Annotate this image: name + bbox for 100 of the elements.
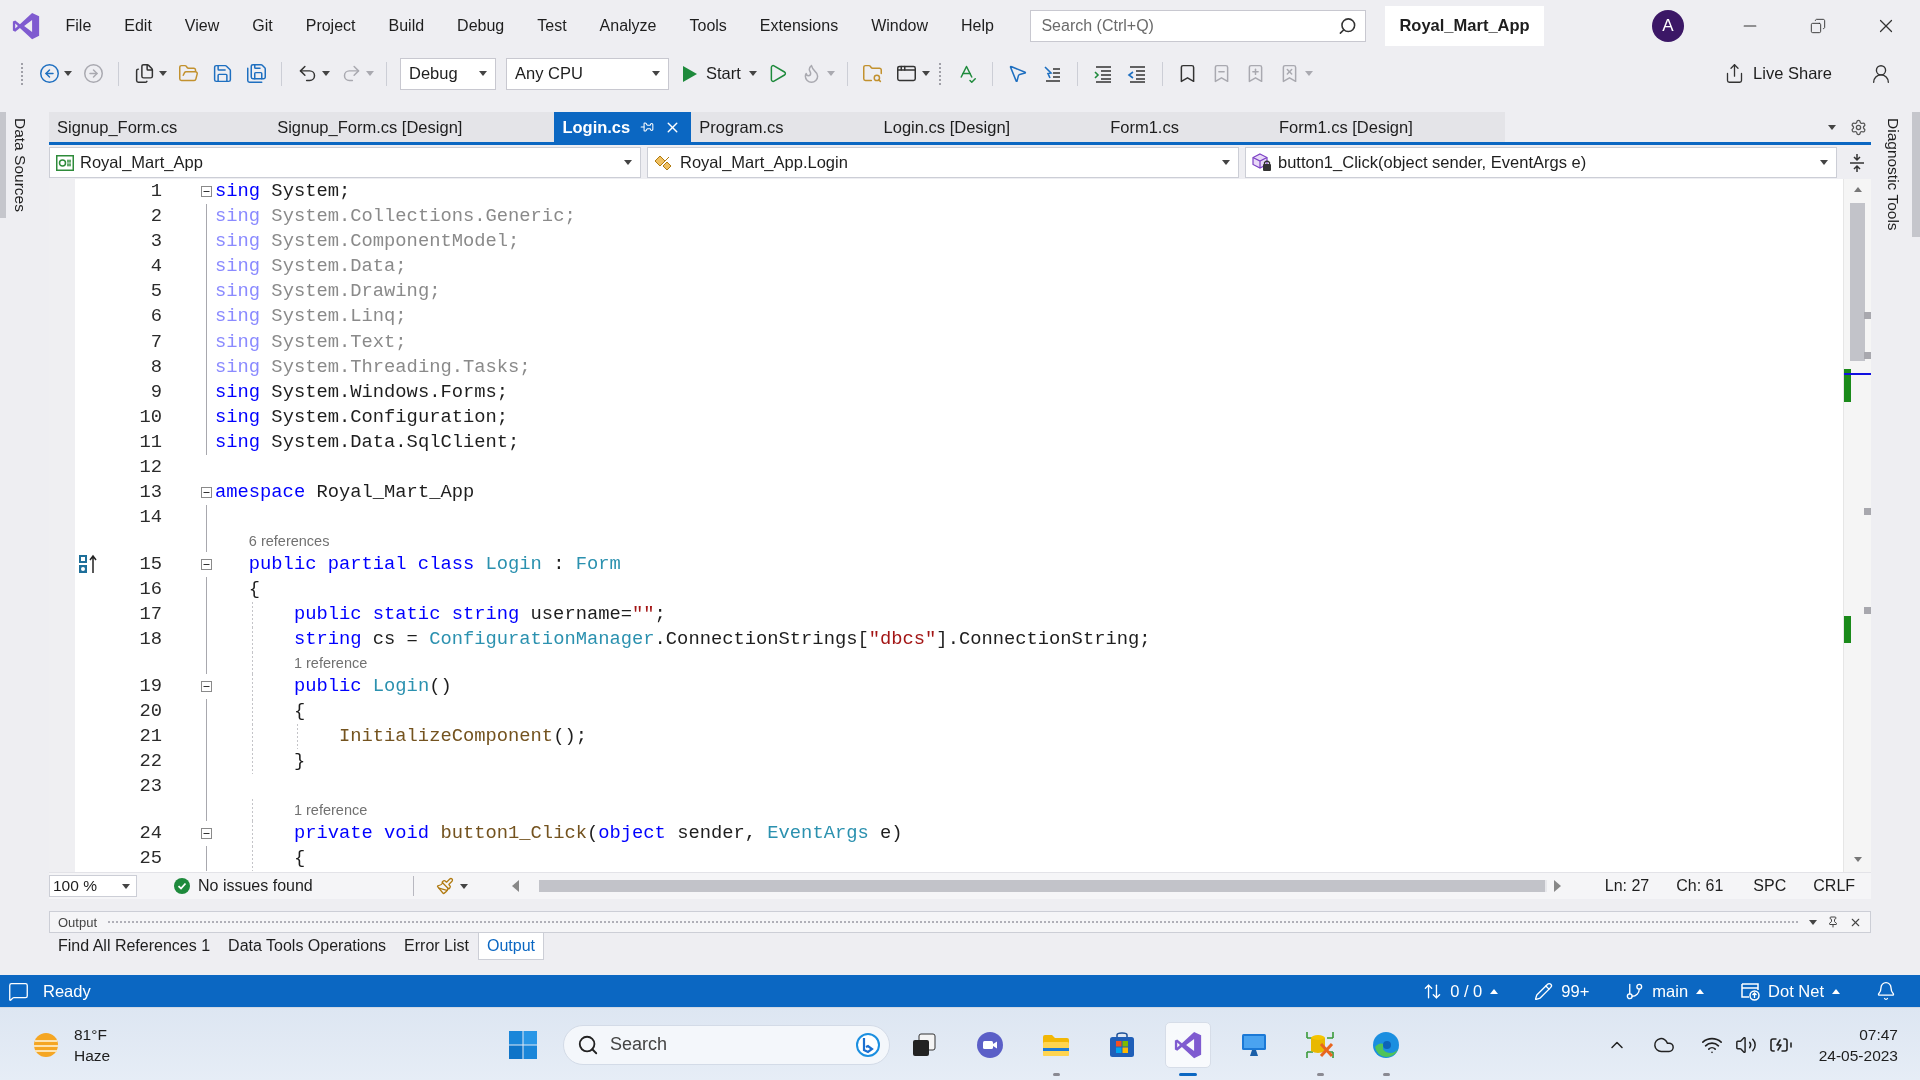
- caret-icon[interactable]: [652, 71, 660, 76]
- caret-icon[interactable]: [64, 71, 72, 76]
- indent-icon[interactable]: [1092, 63, 1113, 84]
- document-tab[interactable]: Login.cs: [554, 112, 692, 142]
- collapse-icon[interactable]: [200, 558, 212, 570]
- code-lens-link[interactable]: 1 reference: [293, 653, 368, 672]
- line-ending-indicator[interactable]: CRLF: [1813, 877, 1856, 895]
- document-tab[interactable]: Signup_Form.cs: [49, 112, 270, 142]
- pending-edits-button[interactable]: 99+: [1534, 981, 1590, 1001]
- pin-icon[interactable]: [640, 120, 655, 134]
- caret-icon[interactable]: [1809, 919, 1817, 925]
- caret-icon[interactable]: [159, 71, 167, 76]
- cylinder-tools-icon[interactable]: [1305, 1029, 1335, 1060]
- grip-handle[interactable]: [20, 61, 24, 86]
- toolbar-dropdown[interactable]: Debug: [400, 57, 496, 90]
- menu-item[interactable]: Extensions: [759, 16, 839, 35]
- active-app-tile[interactable]: [1165, 1021, 1211, 1068]
- caret-icon[interactable]: [479, 71, 487, 76]
- panel-tab[interactable]: Data Tools Operations: [219, 933, 396, 960]
- caret-icon[interactable]: [748, 71, 757, 76]
- caret-icon[interactable]: [1696, 988, 1705, 994]
- document-tab[interactable]: Form1.cs [Design]: [1270, 112, 1505, 142]
- panel-tab[interactable]: Find All References 1: [49, 933, 220, 960]
- menu-item[interactable]: Project: [305, 16, 356, 35]
- pin-icon[interactable]: [1827, 916, 1839, 928]
- vertical-scrollbar[interactable]: [1843, 179, 1871, 872]
- taskbar-search-field[interactable]: Search: [563, 1024, 890, 1065]
- document-tab[interactable]: Signup_Form.cs [Design]: [269, 112, 555, 142]
- search-icon[interactable]: [1338, 16, 1358, 35]
- caret-icon[interactable]: [1832, 988, 1840, 994]
- search-field[interactable]: Search (Ctrl+Q): [1030, 9, 1367, 42]
- caret-icon[interactable]: [122, 883, 130, 889]
- menu-item[interactable]: Git: [252, 16, 273, 35]
- person-icon[interactable]: [1870, 62, 1892, 85]
- new-files-icon[interactable]: [133, 63, 155, 84]
- push-pull-button[interactable]: 0 / 0: [1423, 981, 1499, 1001]
- type-dropdown[interactable]: Royal_Mart_App.Login: [647, 147, 1239, 178]
- side-panel-tab[interactable]: Data Sources: [0, 112, 35, 218]
- project-dropdown[interactable]: Royal_Mart_App: [49, 147, 641, 178]
- video-chat-icon[interactable]: [975, 1029, 1005, 1060]
- caret-icon[interactable]: [1490, 988, 1499, 994]
- brush-icon[interactable]: [435, 877, 454, 895]
- branch-button[interactable]: main: [1625, 981, 1705, 1001]
- collapse-icon[interactable]: [200, 680, 212, 692]
- panel-tab[interactable]: Output: [478, 933, 545, 960]
- document-tab[interactable]: Form1.cs: [1102, 112, 1271, 142]
- document-tab[interactable]: Program.cs: [691, 112, 876, 142]
- menu-item[interactable]: Debug: [457, 16, 505, 35]
- menu-item[interactable]: Test: [537, 16, 567, 35]
- zoom-dropdown[interactable]: 100 %: [49, 875, 137, 897]
- caret-icon[interactable]: [1853, 187, 1862, 192]
- menu-item[interactable]: Build: [388, 16, 425, 35]
- bell-icon[interactable]: [1876, 981, 1896, 1001]
- line-indicator[interactable]: Ln: 27: [1604, 877, 1650, 895]
- scrollbar-thumb[interactable]: [1850, 203, 1865, 361]
- issues-status[interactable]: No issues found: [198, 877, 313, 895]
- branch-icon[interactable]: [1625, 981, 1645, 1001]
- window-icon[interactable]: [896, 63, 918, 84]
- live-share-button[interactable]: Live Share: [1724, 63, 1832, 84]
- clock-time[interactable]: 07:47: [1859, 1023, 1898, 1045]
- menu-item[interactable]: Analyze: [599, 16, 657, 35]
- restore-icon[interactable]: [1810, 17, 1826, 34]
- avatar[interactable]: A: [1652, 9, 1684, 42]
- swirl-logo-icon[interactable]: [1371, 1029, 1401, 1060]
- caret-icon[interactable]: [624, 160, 632, 165]
- outdent-icon[interactable]: [1126, 63, 1147, 84]
- save-icon[interactable]: [211, 63, 233, 84]
- pointer-icon[interactable]: [1007, 63, 1029, 84]
- document-tab[interactable]: Login.cs [Design]: [875, 112, 1103, 142]
- repository-icon[interactable]: [1740, 981, 1761, 1001]
- caret-icon[interactable]: [1853, 857, 1862, 862]
- collapse-icon[interactable]: [200, 487, 212, 499]
- settings-icon[interactable]: [1850, 118, 1867, 136]
- panel-tab[interactable]: Error List: [395, 933, 478, 960]
- code-lens-link[interactable]: 1 reference: [293, 800, 368, 819]
- menu-item[interactable]: View: [184, 16, 220, 35]
- scroll-left-icon[interactable]: [511, 880, 519, 892]
- side-panel-tab[interactable]: Diagnostic Tools: [1871, 112, 1920, 237]
- up-down-arrows-icon[interactable]: [1423, 981, 1443, 1001]
- menu-item[interactable]: Tools: [689, 16, 727, 35]
- collapse-icon[interactable]: [200, 186, 212, 198]
- list-arrow-icon[interactable]: [1041, 63, 1062, 84]
- ribbon-logo-icon[interactable]: [1173, 1029, 1203, 1060]
- column-indicator[interactable]: Ch: 61: [1676, 877, 1724, 895]
- store-bag-icon[interactable]: [1107, 1029, 1137, 1060]
- caret-icon[interactable]: [1820, 160, 1828, 165]
- caret-icon[interactable]: [921, 71, 930, 76]
- windows-start-icon[interactable]: [508, 1029, 538, 1060]
- menu-item[interactable]: Edit: [124, 16, 152, 35]
- member-dropdown[interactable]: button1_Click(object sender, EventArgs e): [1245, 147, 1837, 178]
- repository-button[interactable]: Dot Net: [1740, 981, 1840, 1001]
- code-lens-link[interactable]: 6 references: [248, 532, 330, 551]
- whitespace-indicator[interactable]: SPC: [1753, 877, 1787, 895]
- menu-item[interactable]: Help: [961, 16, 994, 35]
- start-button[interactable]: Start: [674, 57, 761, 90]
- caret-icon[interactable]: [459, 883, 468, 889]
- caret-icon[interactable]: [322, 71, 330, 76]
- caret-icon[interactable]: [1828, 124, 1836, 130]
- menu-item[interactable]: File: [65, 16, 92, 35]
- split-window-icon[interactable]: [1849, 152, 1865, 173]
